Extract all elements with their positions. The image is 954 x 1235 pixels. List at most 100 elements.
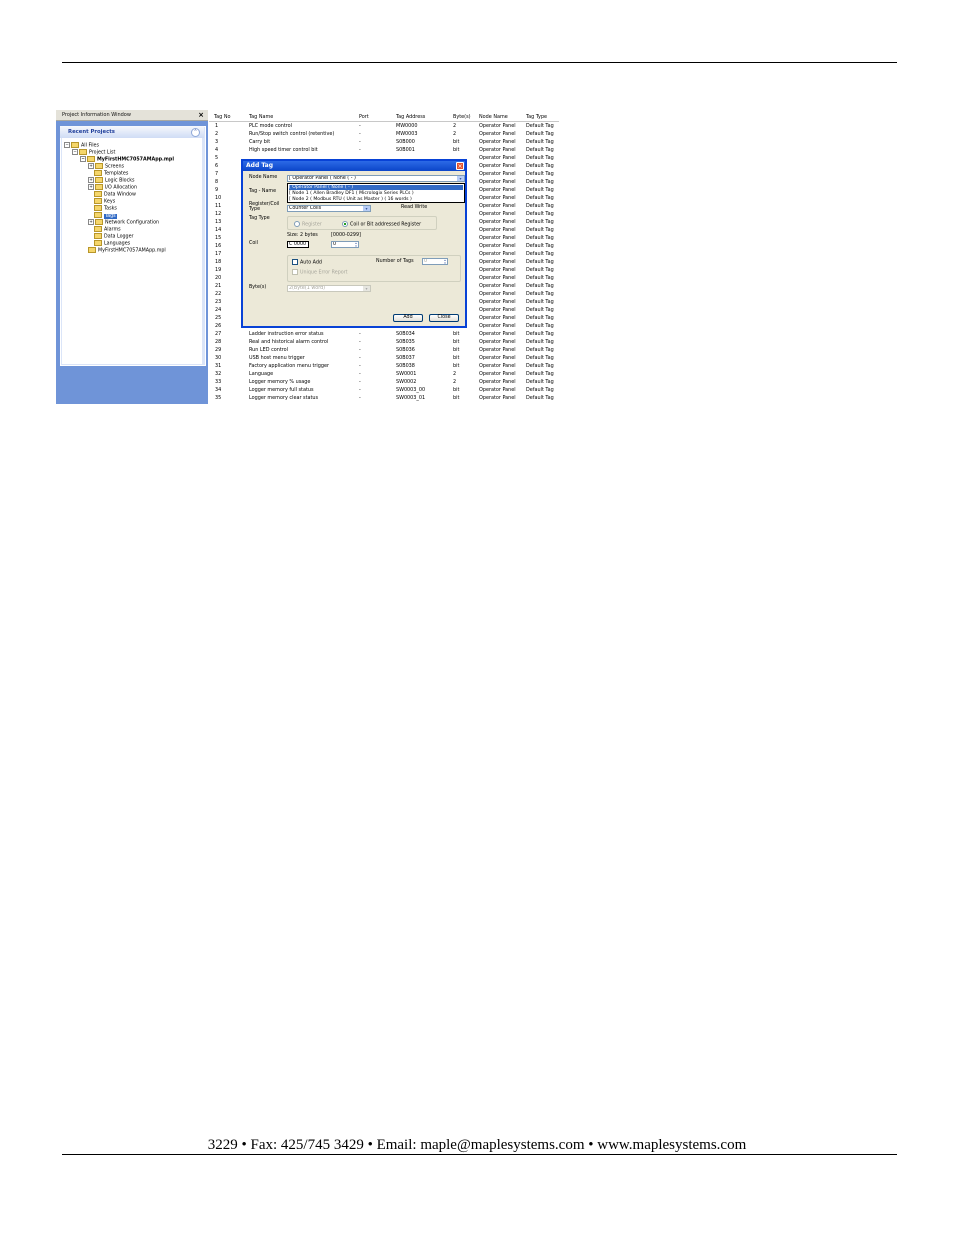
auto-add-checkbox[interactable]: Auto Add <box>292 259 322 267</box>
tree-node-tags[interactable]: Tags <box>94 212 117 219</box>
tree-node-templates[interactable]: Templates <box>94 170 128 177</box>
bottom-rule <box>62 1154 897 1155</box>
cell-tag-type: Default Tag <box>526 275 554 281</box>
tree-node-io-allocation[interactable]: + I/O Allocation <box>88 184 137 191</box>
cell-tag-type: Default Tag <box>526 211 554 217</box>
table-row[interactable]: 3 Carry bit - S0B000 bit Operator Panel Defaul… <box>209 138 559 146</box>
project-window-title: Project Information Window <box>62 112 131 118</box>
tree-node-all-files[interactable]: − All Files <box>64 142 99 149</box>
collapse-icon[interactable]: ⌃ <box>191 128 200 137</box>
table-row[interactable]: 27 Ladder instruction error status - S0B034… <box>209 330 559 338</box>
column-header-tag-no[interactable]: Tag No <box>214 114 230 121</box>
chevron-down-icon[interactable]: ▾ <box>363 206 370 211</box>
number-of-tags-input[interactable]: 0 ▴ ▾ <box>422 258 448 265</box>
node-option[interactable]: [ Node 1 ( Allen Bradley DF1 ( Micrologi… <box>289 191 463 197</box>
tree-node-data-logger[interactable]: Data Logger <box>94 233 134 240</box>
table-row[interactable]: 33 Logger memory % usage - SW0002 2 Operator … <box>209 378 559 386</box>
folder-icon <box>94 198 102 204</box>
table-row[interactable]: 31 Factory application menu trigger - S0B03… <box>209 362 559 370</box>
project-tree: − All Files − Project List − MyFirstHMC7057… <box>62 138 202 364</box>
close-icon[interactable]: × <box>456 162 464 170</box>
spinner-icon[interactable]: ▴ ▾ <box>354 242 358 247</box>
cell-node-name: Operator Panel <box>479 203 516 209</box>
table-row[interactable]: 34 Logger memory full status - SW0003_00 bit… <box>209 386 559 394</box>
table-row[interactable]: 28 Real and historical alarm control - S0B0… <box>209 338 559 346</box>
close-button[interactable]: Close <box>429 314 459 322</box>
tree-node-screens[interactable]: + Screens <box>88 163 124 170</box>
cell-tag-no: 25 <box>215 315 222 321</box>
column-header-bytes[interactable]: Byte(s) <box>453 114 471 121</box>
cell-node-name: Operator Panel <box>479 235 516 241</box>
cell-tag-no: 18 <box>215 259 222 265</box>
table-row[interactable]: 2 Run/Stop switch control (retentive) - MW0… <box>209 130 559 138</box>
node-option[interactable]: [ Operator Panel ( None ( - ) <box>289 184 463 190</box>
coil-radio[interactable]: Coil or Bit addressed Register <box>342 221 421 229</box>
cell-bytes: 2 <box>453 123 457 129</box>
cell-node-name: Operator Panel <box>479 195 516 201</box>
tree-node-recent-file[interactable]: MyFirstHMC7057AMApp.mpl <box>88 247 166 254</box>
node-option[interactable]: [ Node 2 ( Modbus RTU ( Unit as Master )… <box>289 197 463 203</box>
column-header-tag-name[interactable]: Tag Name <box>249 114 273 121</box>
cell-tag-name: Carry bit <box>249 139 271 145</box>
column-header-port[interactable]: Port <box>359 114 369 121</box>
cell-tag-type: Default Tag <box>526 171 554 177</box>
tree-node-logic-blocks[interactable]: + Logic Blocks <box>88 177 135 184</box>
cell-node-name: Operator Panel <box>479 331 516 337</box>
unique-error-report-checkbox[interactable]: Unique Error Report <box>292 269 348 277</box>
tree-node-languages[interactable]: Languages <box>94 240 130 247</box>
cell-node-name: Operator Panel <box>479 371 516 377</box>
add-tag-dialog: Add Tag × Node Name [ Operator Panel ( N… <box>241 159 467 328</box>
column-header-tag-type[interactable]: Tag Type <box>526 114 547 121</box>
cell-node-name: Operator Panel <box>479 187 516 193</box>
tree-node-project[interactable]: − MyFirstHMC7057AMApp.mpl <box>80 156 174 163</box>
cell-node-name: Operator Panel <box>479 347 516 353</box>
cell-node-name: Operator Panel <box>479 131 516 137</box>
cell-node-name: Operator Panel <box>479 267 516 273</box>
cell-bytes: 2 <box>453 131 457 137</box>
tree-node-keys[interactable]: Keys <box>94 198 115 205</box>
cell-node-name: Operator Panel <box>479 155 516 161</box>
cell-tag-address: SW0002 <box>396 379 417 385</box>
tree-node-data-window[interactable]: Data Window <box>94 191 136 198</box>
add-button[interactable]: Add <box>393 314 423 322</box>
recent-projects-header[interactable]: Recent Projects ⌃ <box>60 126 204 138</box>
tree-node-alarms[interactable]: Alarms <box>94 226 121 233</box>
bytes-select[interactable]: 2(Byte(1 word) ▾ <box>287 285 371 292</box>
cell-port: - <box>359 147 361 153</box>
register-radio[interactable]: Register <box>294 221 322 229</box>
folder-icon <box>95 177 103 183</box>
cell-port: - <box>359 347 361 353</box>
tree-node-tasks[interactable]: Tasks <box>94 205 117 212</box>
table-row[interactable]: 32 Language - SW0001 2 Operator Panel Default … <box>209 370 559 378</box>
chevron-down-icon[interactable]: ▾ <box>457 176 464 181</box>
tree-node-network-configuration[interactable]: + Network Configuration <box>88 219 159 226</box>
cell-node-name: Operator Panel <box>479 395 516 401</box>
column-header-node-name[interactable]: Node Name <box>479 114 508 121</box>
tree-node-project-list[interactable]: − Project List <box>72 149 115 156</box>
register-coil-type-select[interactable]: Counter Coils ▾ <box>287 205 371 212</box>
cell-bytes: 2 <box>453 379 457 385</box>
tag-table-header: Tag No Tag Name Port Tag Address Byte(s)… <box>209 114 559 122</box>
cell-tag-no: 27 <box>215 331 222 337</box>
dialog-title: Add Tag <box>246 162 273 169</box>
cell-tag-name: Ladder instruction error status <box>249 331 324 337</box>
node-name-select[interactable]: [ Operator Panel ( None ( - ) ▾ <box>287 175 465 182</box>
folder-icon <box>94 170 102 176</box>
application-screenshot: Project Information Window × Recent Proj… <box>56 110 559 404</box>
table-row[interactable]: 4 High speed timer control bit - S0B001 bit O… <box>209 146 559 154</box>
cell-tag-type: Default Tag <box>526 315 554 321</box>
close-icon[interactable]: × <box>198 111 204 119</box>
column-header-tag-address[interactable]: Tag Address <box>396 114 425 121</box>
cell-node-name: Operator Panel <box>479 211 516 217</box>
spinner-icon[interactable]: ▴ ▾ <box>443 259 447 264</box>
cell-tag-no: 1 <box>215 123 219 129</box>
table-row[interactable]: 29 Run LED control - S0B036 bit Operator Pane… <box>209 346 559 354</box>
table-row[interactable]: 35 Logger memory clear status - SW0003_01 bi… <box>209 394 559 402</box>
cell-tag-type: Default Tag <box>526 291 554 297</box>
coil-address-input[interactable]: 0 ▴ ▾ <box>331 241 359 248</box>
table-row[interactable]: 30 USB host menu trigger - S0B037 bit Operato… <box>209 354 559 362</box>
table-row[interactable]: 1 PLC mode control - MW0000 2 Operator Panel D… <box>209 122 559 130</box>
node-name-label: Node Name <box>249 175 278 180</box>
node-name-value: [ Operator Panel ( None ( - ) <box>289 176 356 181</box>
chevron-down-icon[interactable]: ▾ <box>363 286 370 291</box>
